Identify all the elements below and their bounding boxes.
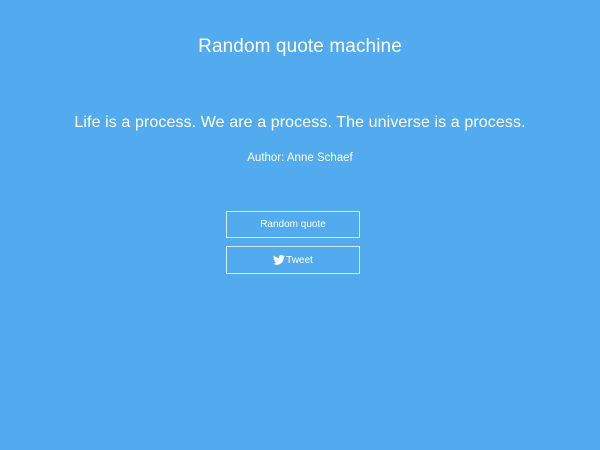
quote-machine-page: Random quote machine Life is a process. …: [0, 0, 600, 450]
random-quote-button[interactable]: Random quote: [226, 211, 360, 238]
random-quote-label: Random quote: [260, 219, 326, 230]
tweet-button[interactable]: Tweet: [226, 246, 360, 274]
tweet-label: Tweet: [286, 254, 313, 266]
quote-author: Author: Anne Schaef: [247, 152, 353, 164]
page-title: Random quote machine: [198, 36, 402, 57]
twitter-icon: [273, 255, 286, 265]
quote-text: Life is a process. We are a process. The…: [74, 114, 526, 131]
